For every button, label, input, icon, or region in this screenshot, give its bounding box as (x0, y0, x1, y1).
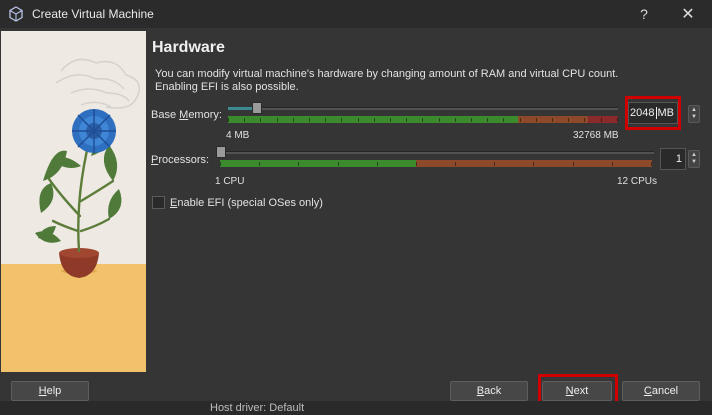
memory-max-label: 32768 MB (573, 130, 619, 141)
spin-down-icon[interactable]: ▼ (691, 159, 697, 166)
enable-efi-label[interactable]: Enable EFI (special OSes only) (170, 197, 323, 209)
back-button[interactable]: Back (450, 381, 528, 401)
memory-slider-track[interactable] (228, 107, 618, 110)
processors-value: 1 (675, 153, 682, 165)
processors-slider-handle[interactable] (216, 146, 226, 158)
processors-value-field[interactable]: 1 (660, 148, 686, 170)
dialog-body: Hardware You can modify virtual machine'… (0, 28, 712, 415)
processors-scale-green (220, 160, 416, 167)
memory-scale-bar (228, 116, 618, 123)
processors-label: Processors: (151, 154, 210, 166)
title-bar: Create Virtual Machine ? ✕ (0, 0, 712, 28)
processors-scale-bar (220, 160, 652, 167)
processors-max-label: 12 CPUs (617, 176, 658, 187)
virtualbox-logo-icon (9, 6, 23, 22)
memory-field-highlight (625, 96, 681, 130)
memory-slider-fill (228, 107, 253, 110)
memory-slider-handle[interactable] (252, 102, 262, 114)
processors-scale-orange (416, 160, 652, 167)
page-description: You can modify virtual machine's hardwar… (155, 68, 619, 93)
processors-slider-track[interactable] (218, 151, 654, 154)
spin-up-icon[interactable]: ▲ (691, 107, 697, 114)
enable-efi-checkbox[interactable] (152, 196, 165, 209)
memory-min-label: 4 MB (226, 130, 250, 141)
help-icon[interactable]: ? (624, 0, 664, 28)
processors-min-label: 1 CPU (215, 176, 245, 187)
page-title: Hardware (152, 39, 225, 56)
spin-down-icon[interactable]: ▼ (691, 114, 697, 121)
background-window-text: Host driver: Default (210, 402, 305, 414)
background-window-strip: Host driver: Default (0, 401, 712, 415)
help-button[interactable]: Help (11, 381, 89, 401)
spin-up-icon[interactable]: ▲ (691, 152, 697, 159)
memory-scale-orange (518, 116, 588, 123)
wizard-illustration (1, 31, 146, 372)
memory-scale-green (228, 116, 518, 123)
processors-spin-buttons[interactable]: ▲ ▼ (688, 150, 700, 168)
cancel-button[interactable]: Cancel (622, 381, 700, 401)
memory-scale-red (588, 116, 618, 123)
close-icon[interactable]: ✕ (668, 0, 708, 28)
memory-spin-buttons[interactable]: ▲ ▼ (688, 105, 700, 123)
base-memory-label: Base Memory: (151, 109, 222, 121)
window-title: Create Virtual Machine (32, 7, 154, 21)
